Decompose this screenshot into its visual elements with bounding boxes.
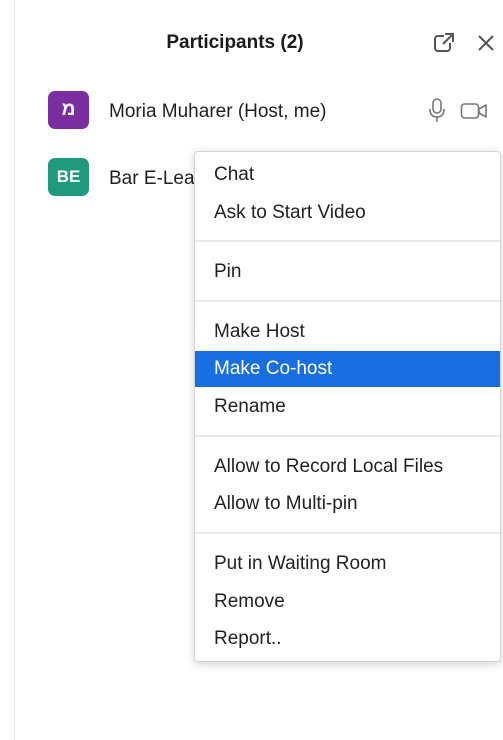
menu-item-allow-record-local[interactable]: Allow to Record Local Files	[195, 449, 500, 485]
menu-divider	[195, 240, 500, 242]
menu-item-make-co-host[interactable]: Make Co-host	[195, 351, 500, 387]
menu-item-make-host[interactable]: Make Host	[195, 314, 500, 350]
popout-icon[interactable]	[431, 30, 457, 56]
menu-divider	[195, 300, 500, 302]
menu-item-ask-start-video[interactable]: Ask to Start Video	[195, 195, 500, 231]
microphone-icon[interactable]	[427, 97, 447, 130]
menu-item-remove[interactable]: Remove	[195, 584, 500, 620]
menu-item-allow-multi-pin[interactable]: Allow to Multi-pin	[195, 486, 500, 522]
menu-item-report[interactable]: Report..	[195, 621, 500, 657]
menu-item-waiting-room[interactable]: Put in Waiting Room	[195, 546, 500, 582]
video-camera-icon[interactable]	[460, 101, 488, 126]
avatar: BE	[48, 158, 89, 196]
panel-header: Participants (2)	[15, 0, 503, 88]
avatar: מ	[48, 91, 89, 129]
menu-divider	[195, 532, 500, 534]
participant-context-menu: Chat Ask to Start Video Pin Make Host Ma…	[194, 151, 501, 662]
menu-item-rename[interactable]: Rename	[195, 389, 500, 425]
close-icon[interactable]	[473, 30, 499, 56]
menu-item-pin[interactable]: Pin	[195, 254, 500, 290]
menu-divider	[195, 435, 500, 437]
participant-name: Bar E-Lea	[109, 168, 195, 189]
menu-item-chat[interactable]: Chat	[195, 157, 500, 193]
participant-name: Moria Muharer (Host, me)	[109, 101, 327, 122]
participant-row[interactable]: מ Moria Muharer (Host, me)	[15, 85, 503, 137]
panel-title: Participants (2)	[166, 32, 304, 53]
